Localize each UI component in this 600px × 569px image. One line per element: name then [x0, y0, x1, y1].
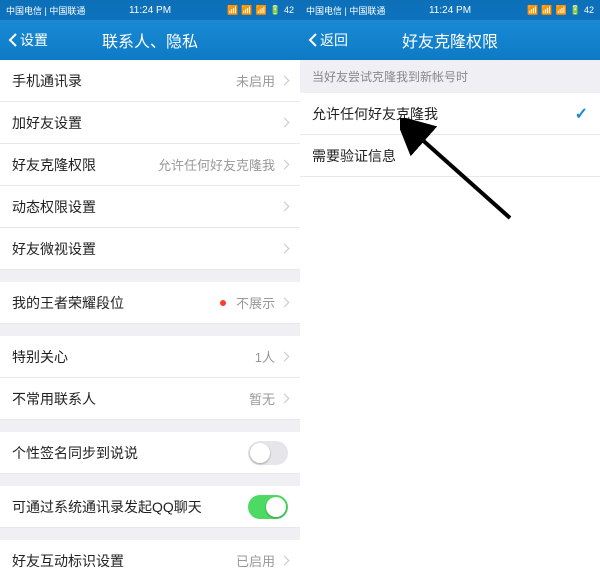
chevron-right-icon [280, 352, 290, 362]
row-label: 特别关心 [12, 347, 68, 367]
row-detail: 1人 [255, 347, 275, 366]
settings-row[interactable]: 动态权限设置 [0, 186, 300, 228]
row-label: 我的王者荣耀段位 [12, 293, 124, 313]
chevron-left-icon [308, 32, 318, 48]
back-button[interactable]: 设置 [0, 30, 56, 50]
settings-row[interactable]: 手机通讯录 未启用 [0, 60, 300, 102]
settings-list[interactable]: 手机通讯录 未启用加好友设置好友克隆权限 允许任何好友克隆我动态权限设置好友微视设置… [0, 60, 300, 569]
row-detail: 暂无 [249, 389, 275, 408]
row-label: 不常用联系人 [12, 389, 96, 409]
row-accessory [281, 203, 288, 210]
chevron-right-icon [280, 556, 290, 566]
group-gap [0, 528, 300, 540]
option-label: 需要验证信息 [312, 146, 396, 166]
row-label: 好友克隆权限 [12, 155, 96, 175]
option-label: 允许任何好友克隆我 [312, 104, 438, 124]
phone-right: 中国电信 | 中国联通 11:24 PM 📶📶📶🔋42 返回 好友克隆权限 当好… [300, 0, 600, 569]
chevron-right-icon [280, 76, 290, 86]
settings-row[interactable]: 不常用联系人 暂无 [0, 378, 300, 420]
row-label: 加好友设置 [12, 113, 82, 133]
settings-row[interactable]: 好友微视设置 [0, 228, 300, 270]
row-accessory [281, 119, 288, 126]
settings-row[interactable]: 我的王者荣耀段位 不展示 [0, 282, 300, 324]
option-row[interactable]: 需要验证信息 [300, 135, 600, 177]
row-label: 动态权限设置 [12, 197, 96, 217]
nav-bar-right: 返回 好友克隆权限 [300, 20, 600, 60]
row-detail: 已启用 [236, 551, 275, 569]
row-detail: 允许任何好友克隆我 [158, 155, 275, 174]
phone-left: 中国电信 | 中国联通 11:24 PM 📶📶📶🔋42 设置 联系人、隐私 手机… [0, 0, 300, 569]
chevron-right-icon [280, 202, 290, 212]
status-indicators: 📶📶📶🔋42 [227, 5, 294, 16]
chevron-right-icon [280, 118, 290, 128]
row-accessory [248, 441, 288, 465]
status-bar: 中国电信 | 中国联通 11:24 PM 📶📶📶🔋42 [0, 0, 300, 20]
row-accessory [248, 495, 288, 519]
row-accessory: 1人 [255, 347, 288, 366]
status-carrier: 中国电信 | 中国联通 [6, 4, 85, 17]
row-detail: 未启用 [236, 71, 275, 90]
checkmark-icon: ✓ [575, 104, 588, 124]
chevron-right-icon [280, 244, 290, 254]
settings-row[interactable]: 个性签名同步到说说 [0, 432, 300, 474]
section-header: 当好友尝试克隆我到新帐号时 [300, 60, 600, 93]
chevron-right-icon [280, 160, 290, 170]
options-list: 当好友尝试克隆我到新帐号时 允许任何好友克隆我 ✓ 需要验证信息 [300, 60, 600, 569]
row-accessory: 不展示 [220, 293, 288, 312]
group-gap [0, 270, 300, 282]
row-accessory: 未启用 [236, 71, 288, 90]
chevron-right-icon [280, 298, 290, 308]
row-accessory: 暂无 [249, 389, 288, 408]
row-label: 好友互动标识设置 [12, 551, 124, 569]
status-bar: 中国电信 | 中国联通 11:24 PM 📶📶📶🔋42 [300, 0, 600, 20]
row-label: 手机通讯录 [12, 71, 82, 91]
toggle-switch[interactable] [248, 441, 288, 465]
chevron-left-icon [8, 32, 18, 48]
red-dot-icon [220, 300, 226, 306]
nav-bar-left: 设置 联系人、隐私 [0, 20, 300, 60]
settings-row[interactable]: 好友互动标识设置 已启用 [0, 540, 300, 569]
settings-row[interactable]: 加好友设置 [0, 102, 300, 144]
row-label: 可通过系统通讯录发起QQ聊天 [12, 497, 202, 517]
chevron-right-icon [280, 394, 290, 404]
back-label: 返回 [320, 30, 348, 50]
toggle-switch[interactable] [248, 495, 288, 519]
row-accessory: 已启用 [236, 551, 288, 569]
row-label: 好友微视设置 [12, 239, 96, 259]
back-button[interactable]: 返回 [300, 30, 356, 50]
settings-row[interactable]: 可通过系统通讯录发起QQ聊天 [0, 486, 300, 528]
group-gap [0, 324, 300, 336]
settings-row[interactable]: 好友克隆权限 允许任何好友克隆我 [0, 144, 300, 186]
row-detail: 不展示 [236, 293, 275, 312]
back-label: 设置 [20, 30, 48, 50]
status-carrier: 中国电信 | 中国联通 [306, 4, 385, 17]
row-label: 个性签名同步到说说 [12, 443, 138, 463]
row-accessory [281, 245, 288, 252]
status-indicators: 📶📶📶🔋42 [527, 5, 594, 16]
settings-row[interactable]: 特别关心 1人 [0, 336, 300, 378]
row-accessory: 允许任何好友克隆我 [158, 155, 288, 174]
group-gap [0, 474, 300, 486]
group-gap [0, 420, 300, 432]
option-row[interactable]: 允许任何好友克隆我 ✓ [300, 93, 600, 135]
